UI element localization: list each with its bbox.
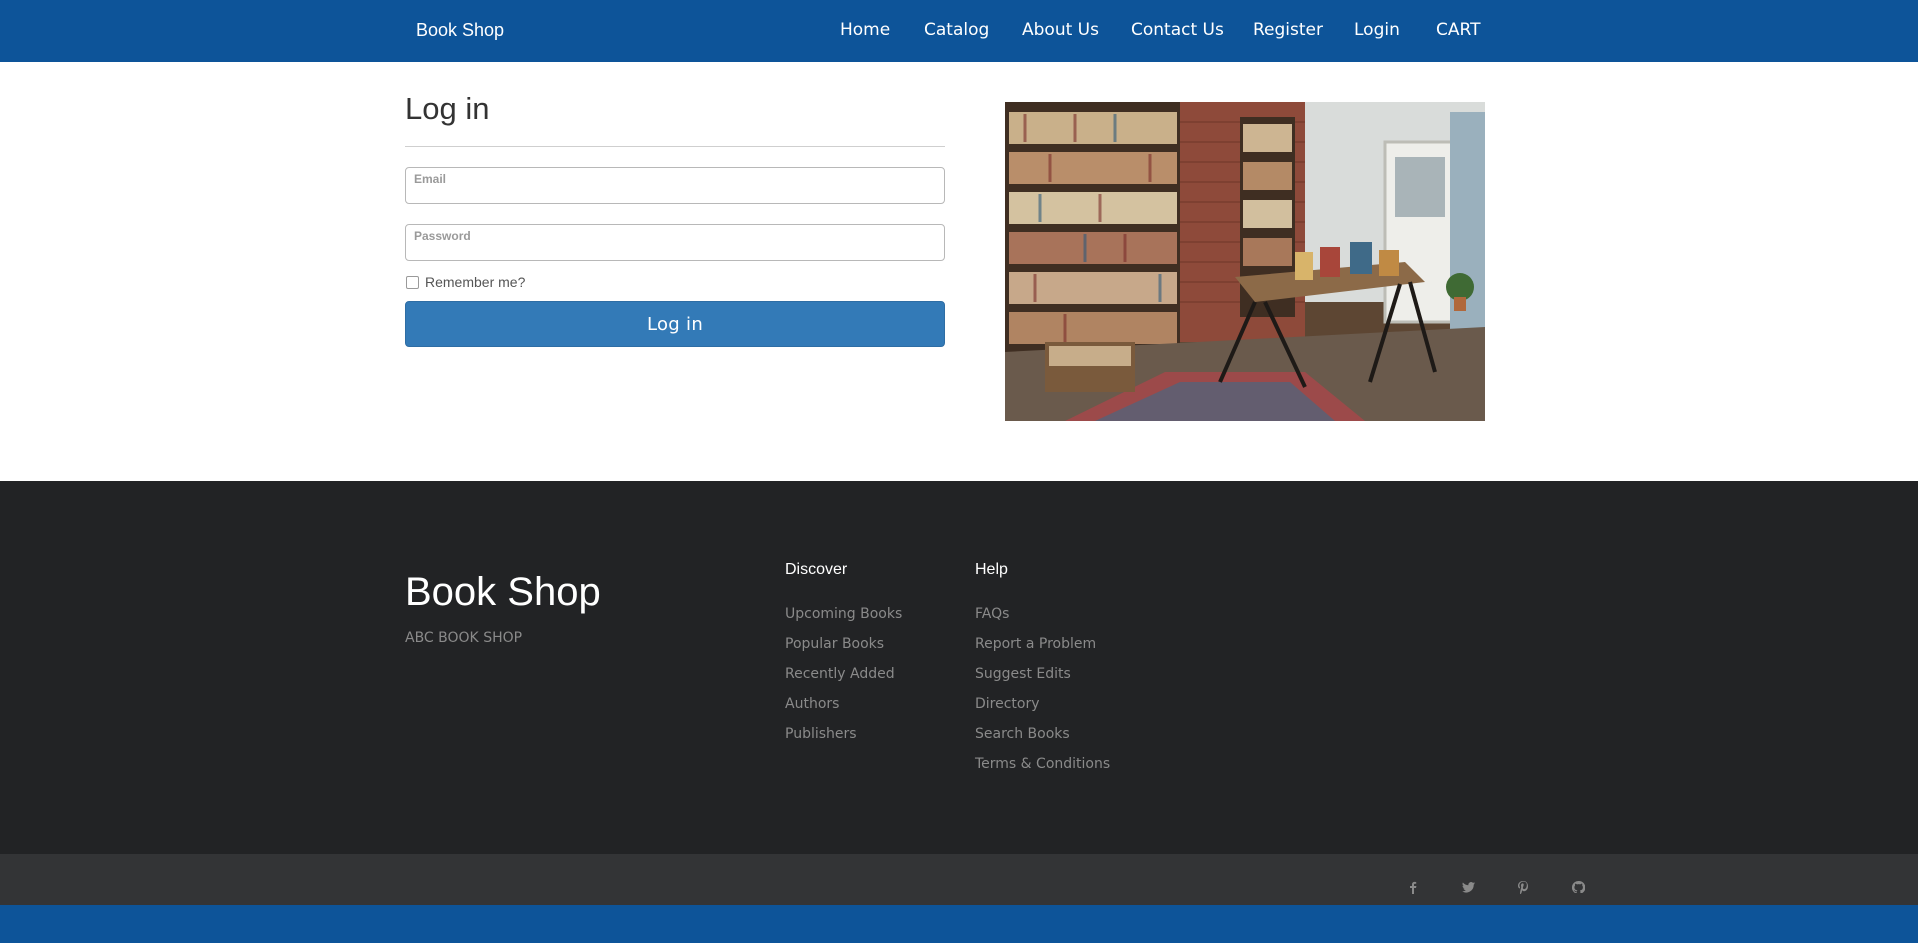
password-field[interactable] xyxy=(406,225,944,260)
footer-tagline: ABC BOOK SHOP xyxy=(405,630,523,646)
footer-link-upcoming-books[interactable]: Upcoming Books xyxy=(785,606,902,622)
email-field-wrapper xyxy=(405,167,945,204)
nav-contact-us[interactable]: Contact Us xyxy=(1131,20,1224,42)
nav-cart[interactable]: CART xyxy=(1436,20,1480,42)
top-navbar: Book Shop Home Catalog About Us Contact … xyxy=(0,0,1918,62)
sub-footer xyxy=(0,854,1918,905)
footer-link-terms[interactable]: Terms & Conditions xyxy=(975,756,1110,772)
footer-link-directory[interactable]: Directory xyxy=(975,696,1040,712)
footer-link-suggest-edits[interactable]: Suggest Edits xyxy=(975,666,1071,682)
login-heading: Log in xyxy=(405,91,490,126)
facebook-icon[interactable] xyxy=(1406,880,1420,894)
nav-about-us[interactable]: About Us xyxy=(1022,20,1099,42)
bookstore-photo xyxy=(1005,102,1485,421)
footer-link-publishers[interactable]: Publishers xyxy=(785,726,857,742)
footer-brand: Book Shop xyxy=(405,570,601,614)
email-field[interactable] xyxy=(406,168,944,203)
login-divider xyxy=(405,146,945,147)
password-field-wrapper xyxy=(405,224,945,261)
twitter-icon[interactable] xyxy=(1461,880,1475,894)
footer-link-authors[interactable]: Authors xyxy=(785,696,839,712)
remember-me-label[interactable]: Remember me? xyxy=(425,274,525,290)
nav-login[interactable]: Login xyxy=(1354,20,1400,42)
nav-home[interactable]: Home xyxy=(840,20,890,42)
footer-link-recently-added[interactable]: Recently Added xyxy=(785,666,895,682)
pinterest-icon[interactable] xyxy=(1516,880,1530,894)
login-button[interactable]: Log in xyxy=(405,301,945,347)
help-heading: Help xyxy=(975,561,1008,578)
footer-link-search-books[interactable]: Search Books xyxy=(975,726,1070,742)
github-icon[interactable] xyxy=(1571,880,1585,894)
site-footer xyxy=(0,481,1918,854)
footer-link-faqs[interactable]: FAQs xyxy=(975,606,1009,622)
discover-heading: Discover xyxy=(785,561,848,578)
nav-catalog[interactable]: Catalog xyxy=(924,20,989,42)
footer-link-popular-books[interactable]: Popular Books xyxy=(785,636,884,652)
footer-link-report-problem[interactable]: Report a Problem xyxy=(975,636,1096,652)
bottom-bar xyxy=(0,905,1918,943)
brand-link[interactable]: Book Shop xyxy=(416,20,504,41)
remember-me-checkbox[interactable] xyxy=(406,276,419,289)
nav-register[interactable]: Register xyxy=(1253,20,1323,42)
